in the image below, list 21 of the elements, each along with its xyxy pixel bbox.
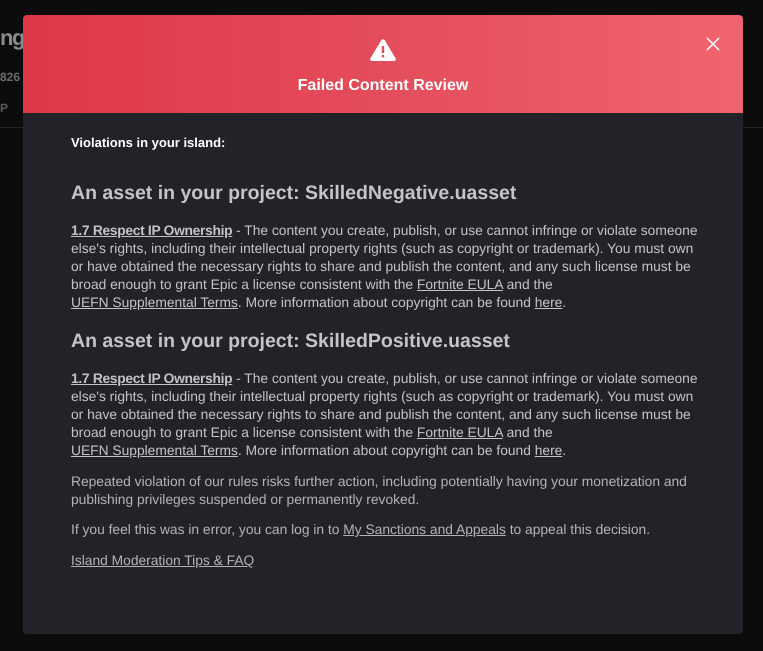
- text-link[interactable]: here: [534, 443, 562, 458]
- text-link[interactable]: UEFN Supplemental Terms: [71, 295, 238, 310]
- note-paragraph: Repeated violation of our rules risks further action, including potentially having your monetization and publishing privileges suspended or permanently revoked.: [71, 473, 688, 509]
- violations-label: Violations in your island:: [71, 134, 226, 152]
- page-meta: 826: [0, 70, 20, 84]
- warning-icon: [370, 39, 396, 61]
- rule-link[interactable]: 1.7 Respect IP Ownership: [71, 371, 232, 386]
- help-link[interactable]: Island Moderation Tips & FAQ: [71, 552, 254, 570]
- violation-paragraph: 1.7 Respect IP Ownership - The content you create, publish, or use cannot infringe or violate someone else's rights, including their intellectual property rights (such as copyright or trademark). You must own or have obtained the necessary rights to share and publish the content, and any such license must be broad enough to grant Epic a license consistent with the Fortnite EULA and the UEFN Supplemental Terms. More information about copyright can be found here.: [71, 222, 699, 312]
- violation-paragraph: 1.7 Respect IP Ownership - The content you create, publish, or use cannot infringe or violate someone else's rights, including their intellectual property rights (such as copyright or trademark). You must own or have obtained the necessary rights to share and publish the content, and any such license must be broad enough to grant Epic a license consistent with the Fortnite EULA and the UEFN Supplemental Terms. More information about copyright can be found here.: [71, 370, 699, 460]
- violation-heading: An asset in your project: SkilledNegative.uasset: [71, 181, 516, 205]
- close-icon: [706, 37, 720, 51]
- text-link[interactable]: UEFN Supplemental Terms: [71, 443, 238, 458]
- text-link[interactable]: My Sanctions and Appeals: [343, 522, 506, 537]
- text-link[interactable]: Fortnite EULA: [416, 277, 503, 292]
- text-link[interactable]: Fortnite EULA: [416, 425, 503, 440]
- note-paragraph: If you feel this was in error, you can log in to My Sanctions and Appeals to appeal this decision.: [71, 521, 652, 539]
- rule-link[interactable]: 1.7 Respect IP Ownership: [71, 223, 232, 238]
- text-link[interactable]: here: [534, 295, 562, 310]
- dialog-title: Failed Content Review: [298, 76, 468, 96]
- violation-heading: An asset in your project: SkilledPositive.uasset: [71, 329, 510, 353]
